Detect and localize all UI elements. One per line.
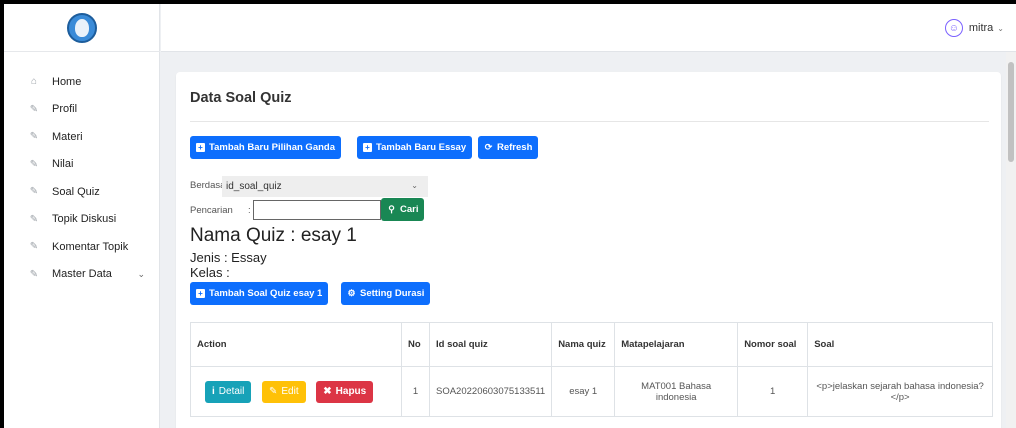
table-row: i Detail ✎ Edit ✖ Hapus 1 SOA20220603075… — [190, 366, 993, 417]
user-name: mitra — [968, 22, 994, 34]
sidebar-item-label: Topik Diskusi — [52, 213, 117, 226]
content-card: Data Soal Quiz + Tambah Baru Pilihan Gan… — [176, 72, 1001, 428]
sidebar-item-materi[interactable]: ✎ Materi — [4, 123, 159, 151]
add-question-button[interactable]: + Tambah Soal Quiz esay 1 — [190, 282, 329, 305]
questions-table: Action No Id soal quiz Nama quiz Matapel… — [190, 322, 993, 417]
chevron-down-icon: ⌄ — [411, 181, 418, 190]
delete-button[interactable]: ✖ Hapus — [316, 380, 374, 403]
cell-no: 1 — [401, 366, 430, 417]
column-header-matapelajaran: Matapelajaran — [614, 322, 739, 367]
column-header-nama-quiz: Nama quiz — [551, 322, 616, 367]
cell-nama-quiz: esay 1 — [551, 366, 616, 417]
search-input[interactable] — [253, 200, 381, 220]
sidebar-item-label: Master Data — [52, 268, 112, 281]
page-scrollbar[interactable] — [1006, 52, 1016, 428]
close-icon: ✖ — [323, 386, 332, 397]
sidebar-item-label: Soal Quiz — [52, 185, 100, 198]
refresh-icon: ⟳ — [484, 142, 493, 152]
search-separator: : — [248, 205, 251, 216]
app-window: ⌂ Home ✎ Profil ✎ Materi ✎ Nilai ✎ Soal … — [4, 4, 1016, 428]
edit-icon: ✎ — [29, 241, 39, 253]
sidebar-item-nilai[interactable]: ✎ Nilai — [4, 151, 159, 179]
column-header-soal: Soal — [807, 322, 993, 367]
add-multiple-choice-button[interactable]: + Tambah Baru Pilihan Ganda — [190, 136, 341, 159]
sidebar-item-profil[interactable]: ✎ Profil — [4, 96, 159, 124]
plus-square-icon: + — [196, 143, 205, 152]
sidebar-item-topik-diskusi[interactable]: ✎ Topik Diskusi — [4, 206, 159, 234]
sidebar-item-label: Home — [52, 75, 82, 88]
setting-duration-button[interactable]: ⚙ Setting Durasi — [341, 282, 431, 305]
table-header-row: Action No Id soal quiz Nama quiz Matapel… — [190, 322, 993, 367]
add-essay-button[interactable]: + Tambah Baru Essay — [357, 136, 473, 159]
sidebar-nav: ⌂ Home ✎ Profil ✎ Materi ✎ Nilai ✎ Soal … — [4, 52, 159, 288]
sidebar-item-home[interactable]: ⌂ Home — [4, 68, 159, 96]
column-header-action: Action — [190, 322, 402, 367]
sidebar-item-label: Profil — [52, 103, 78, 116]
chevron-down-icon: ⌄ — [137, 268, 145, 279]
quiz-class: Kelas : — [190, 265, 230, 280]
cell-id: SOA20220603075133511 — [428, 366, 553, 417]
logo[interactable] — [4, 4, 160, 52]
sidebar-item-label: Materi — [52, 130, 83, 143]
quiz-name: Nama Quiz : esay 1 — [190, 225, 357, 246]
edit-icon: ✎ — [29, 103, 39, 115]
logo-avatar-icon — [67, 12, 97, 43]
user-menu[interactable]: ☺ mitra ⌄ — [944, 19, 1004, 37]
page-title: Data Soal Quiz — [190, 90, 292, 106]
search-icon: ⚲ — [388, 204, 395, 214]
sidebar-item-label: Komentar Topik — [52, 240, 129, 253]
topbar: ☺ mitra ⌄ — [161, 4, 1016, 52]
sidebar-item-soal-quiz[interactable]: ✎ Soal Quiz — [4, 178, 159, 206]
cell-matapelajaran: MAT001 Bahasa indonesia — [614, 366, 739, 417]
column-header-no: No — [401, 322, 430, 367]
plus-square-icon: + — [196, 289, 205, 298]
sidebar-item-komentar-topik[interactable]: ✎ Komentar Topik — [4, 233, 159, 261]
quiz-type: Jenis : Essay — [190, 250, 267, 265]
scrollbar-thumb[interactable] — [1008, 62, 1014, 162]
column-header-id: Id soal quiz — [428, 322, 553, 367]
home-icon: ⌂ — [30, 76, 38, 88]
refresh-button[interactable]: ⟳ Refresh — [478, 136, 539, 159]
action-cell: i Detail ✎ Edit ✖ Hapus — [190, 366, 402, 417]
edit-icon: ✎ — [29, 158, 39, 170]
sidebar-item-master-data[interactable]: ✎ Master Data ⌄ — [4, 261, 159, 289]
title-divider — [190, 121, 989, 122]
plus-square-icon: + — [363, 143, 372, 152]
filter-by-select[interactable]: id_soal_quiz ⌄ — [222, 176, 428, 197]
search-button[interactable]: ⚲ Cari — [381, 198, 425, 221]
search-label: Pencarian — [190, 205, 233, 216]
detail-button[interactable]: i Detail — [205, 380, 252, 403]
column-header-nomor-soal: Nomor soal — [737, 322, 809, 367]
sidebar: ⌂ Home ✎ Profil ✎ Materi ✎ Nilai ✎ Soal … — [4, 4, 160, 428]
sidebar-item-label: Nilai — [52, 158, 74, 171]
edit-icon: ✎ — [29, 131, 39, 143]
edit-icon: ✎ — [29, 186, 39, 198]
chevron-down-icon: ⌄ — [997, 23, 1004, 33]
edit-button[interactable]: ✎ Edit — [262, 380, 306, 403]
cell-soal: <p>jelaskan sejarah bahasa indonesia?</p… — [807, 366, 993, 417]
edit-icon: ✎ — [29, 213, 39, 225]
cell-nomor-soal: 1 — [737, 366, 809, 417]
edit-icon: ✎ — [269, 386, 278, 397]
info-icon: i — [212, 386, 215, 397]
edit-icon: ✎ — [29, 268, 39, 280]
user-icon: ☺ — [944, 19, 963, 37]
gear-icon: ⚙ — [347, 288, 356, 298]
